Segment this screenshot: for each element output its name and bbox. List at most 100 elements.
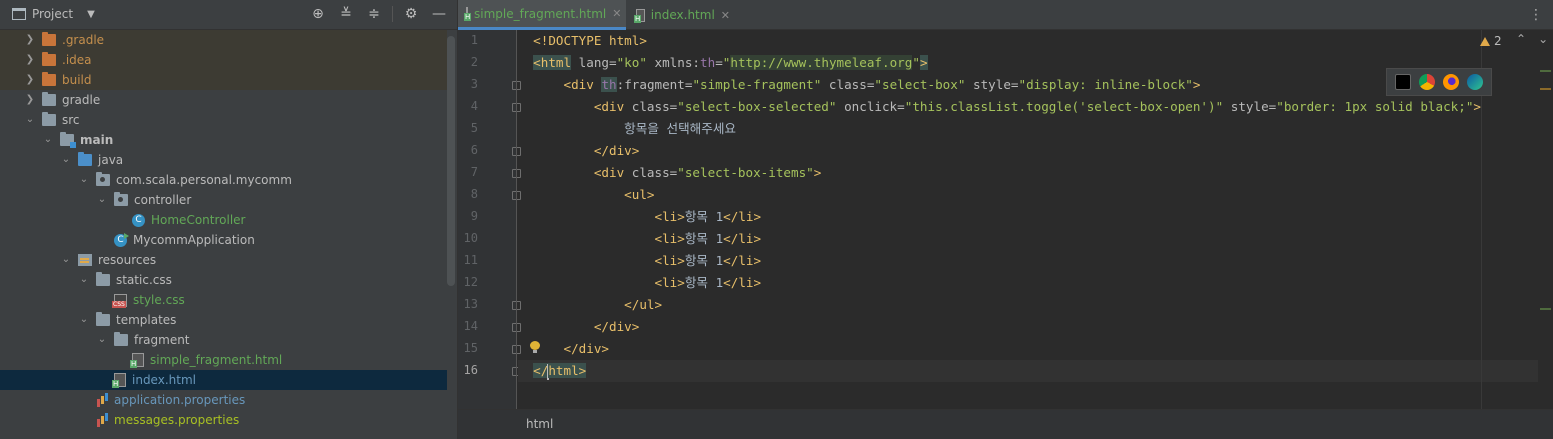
code-token: "select-box" bbox=[874, 77, 966, 92]
code-line: </div> bbox=[518, 140, 1538, 162]
tree-item-style-css[interactable]: ❯ style.css bbox=[0, 290, 447, 310]
expand-all-icon[interactable]: ≚ bbox=[336, 4, 356, 24]
line-number: 9 bbox=[470, 209, 478, 223]
tree-item-label: main bbox=[80, 133, 114, 147]
code-area[interactable]: <!DOCTYPE html> <html lang="ko" xmlns:th… bbox=[518, 30, 1538, 409]
close-icon[interactable]: ✕ bbox=[721, 9, 730, 22]
change-marker bbox=[1540, 70, 1551, 72]
code-token: <html bbox=[533, 55, 572, 70]
firefox-icon[interactable] bbox=[1443, 74, 1459, 90]
chevron-down-icon[interactable]: ⌄ bbox=[24, 110, 36, 130]
more-vertical-icon[interactable]: ⋮ bbox=[1529, 7, 1543, 23]
line-number: 2 bbox=[470, 55, 478, 69]
breadcrumb: html bbox=[458, 409, 1553, 439]
tree-item-java[interactable]: ⌄ java bbox=[0, 150, 447, 170]
tree-item-fragment[interactable]: ⌄ fragment bbox=[0, 330, 447, 350]
line-number: 7 bbox=[470, 165, 478, 179]
project-view-selector[interactable]: Project ▼ bbox=[12, 7, 95, 21]
code-token: </li> bbox=[723, 209, 762, 224]
tree-item-messages-properties[interactable]: ❯ messages.properties bbox=[0, 410, 447, 430]
breadcrumb-item-html[interactable]: html bbox=[526, 417, 553, 431]
code-token: 항목 1 bbox=[684, 275, 724, 290]
chevron-down-icon[interactable]: ⌄ bbox=[60, 150, 72, 170]
chevron-right-icon[interactable]: ❯ bbox=[24, 50, 36, 70]
inspection-widget[interactable]: 2 bbox=[1480, 34, 1502, 48]
chevron-right-icon[interactable]: ❯ bbox=[24, 70, 36, 90]
tree-item-label: .idea bbox=[62, 53, 92, 67]
resources-folder-icon bbox=[78, 254, 92, 266]
code-token: </li> bbox=[723, 275, 762, 290]
tree-item-templates[interactable]: ⌄ templates bbox=[0, 310, 447, 330]
chevron-right-icon[interactable]: ❯ bbox=[24, 90, 36, 110]
close-icon[interactable]: ✕ bbox=[612, 7, 621, 20]
code-line: </div> bbox=[518, 338, 1538, 360]
tree-item-gradle-dir[interactable]: ❯ .gradle bbox=[0, 30, 447, 50]
tree-item-package[interactable]: ⌄ com.scala.personal.mycomm bbox=[0, 170, 447, 190]
chrome-icon[interactable] bbox=[1419, 74, 1435, 90]
tree-item-label: HomeController bbox=[151, 213, 246, 227]
editor-scrollbar[interactable] bbox=[1538, 30, 1553, 409]
properties-file-icon bbox=[96, 393, 108, 407]
intellij-browser-icon[interactable] bbox=[1395, 74, 1411, 90]
chevron-down-icon[interactable]: ⌄ bbox=[78, 310, 90, 330]
chevron-down-icon[interactable]: ⌄ bbox=[42, 130, 54, 150]
code-token: <li> bbox=[654, 231, 685, 246]
tab-simple-fragment[interactable]: simple_fragment.html ✕ bbox=[458, 0, 626, 30]
chevron-up-icon[interactable]: ⌃ bbox=[1516, 32, 1526, 46]
hide-panel-icon[interactable]: — bbox=[429, 4, 449, 24]
folder-icon bbox=[42, 52, 56, 66]
line-number: 14 bbox=[463, 319, 478, 333]
tree-item-static-css[interactable]: ⌄ static.css bbox=[0, 270, 447, 290]
tree-item-simple-fragment[interactable]: ❯ simple_fragment.html bbox=[0, 350, 447, 370]
chevron-down-icon[interactable]: ⌄ bbox=[78, 170, 90, 190]
tree-item-label: application.properties bbox=[114, 393, 246, 407]
collapse-all-icon[interactable]: ≑ bbox=[364, 4, 384, 24]
line-number: 1 bbox=[470, 33, 478, 47]
code-token: "this.classList.toggle('select-box-open'… bbox=[904, 99, 1224, 114]
chevron-down-icon[interactable]: ⌄ bbox=[60, 250, 72, 270]
tree-item-src[interactable]: ⌄ src bbox=[0, 110, 447, 130]
edge-icon[interactable] bbox=[1467, 74, 1483, 90]
code-token: <div bbox=[593, 165, 625, 180]
project-panel-header: Project ▼ ⊕ ≚ ≑ ⚙ — bbox=[0, 0, 457, 30]
tree-item-build[interactable]: ❯ build bbox=[0, 70, 447, 90]
locate-file-icon[interactable]: ⊕ bbox=[308, 4, 328, 24]
tree-item-index-html[interactable]: ❯ index.html bbox=[0, 370, 447, 390]
chevron-down-icon[interactable]: ▼ bbox=[87, 9, 95, 20]
project-panel-scrollbar[interactable] bbox=[447, 36, 455, 286]
tree-item-gradle[interactable]: ❯ gradle bbox=[0, 90, 447, 110]
tree-item-application-properties[interactable]: ❯ application.properties bbox=[0, 390, 447, 410]
code-token: > bbox=[813, 165, 822, 180]
code-line: <html lang="ko" xmlns:th= "http://www.thy… bbox=[518, 52, 1538, 74]
code-token: 항목 1 bbox=[684, 253, 724, 268]
chevron-down-icon[interactable]: ⌄ bbox=[96, 330, 108, 350]
tree-item-mycommapplication[interactable]: ❯ C MycommApplication bbox=[0, 230, 447, 250]
code-line: <li>항목 1</li> bbox=[518, 250, 1538, 272]
project-panel: Project ▼ ⊕ ≚ ≑ ⚙ — ❯ .gradle ❯ .idea ❯ … bbox=[0, 0, 457, 439]
code-token: > bbox=[1473, 99, 1481, 114]
tree-item-main[interactable]: ⌄ main bbox=[0, 130, 447, 150]
tree-item-resources[interactable]: ⌄ resources bbox=[0, 250, 447, 270]
tab-index[interactable]: index.html ✕ bbox=[628, 0, 738, 30]
editor-tab-bar: simple_fragment.html ✕ index.html ✕ ⋮ bbox=[458, 0, 1553, 30]
folder-icon bbox=[96, 272, 110, 286]
code-token: <li> bbox=[654, 209, 685, 224]
chevron-down-icon[interactable]: ⌄ bbox=[96, 190, 108, 210]
code-token: xmlns: bbox=[646, 55, 701, 70]
chevron-down-icon[interactable]: ⌄ bbox=[78, 270, 90, 290]
gear-icon[interactable]: ⚙ bbox=[401, 4, 421, 24]
tree-item-idea[interactable]: ❯ .idea bbox=[0, 50, 447, 70]
gutter-separator bbox=[516, 30, 517, 409]
tree-item-controller[interactable]: ⌄ controller bbox=[0, 190, 447, 210]
line-number: 4 bbox=[470, 99, 478, 113]
code-token: style= bbox=[1223, 99, 1277, 114]
code-token: <div bbox=[563, 77, 594, 92]
folder-icon bbox=[42, 32, 56, 46]
tree-item-label: style.css bbox=[133, 293, 185, 307]
tree-item-label: .gradle bbox=[62, 33, 105, 47]
code-token: th bbox=[700, 55, 716, 70]
code-line: <li>항목 1</li> bbox=[518, 206, 1538, 228]
code-line: <!DOCTYPE html> bbox=[518, 30, 1538, 52]
tree-item-homecontroller[interactable]: ❯ C HomeController bbox=[0, 210, 447, 230]
chevron-right-icon[interactable]: ❯ bbox=[24, 30, 36, 50]
